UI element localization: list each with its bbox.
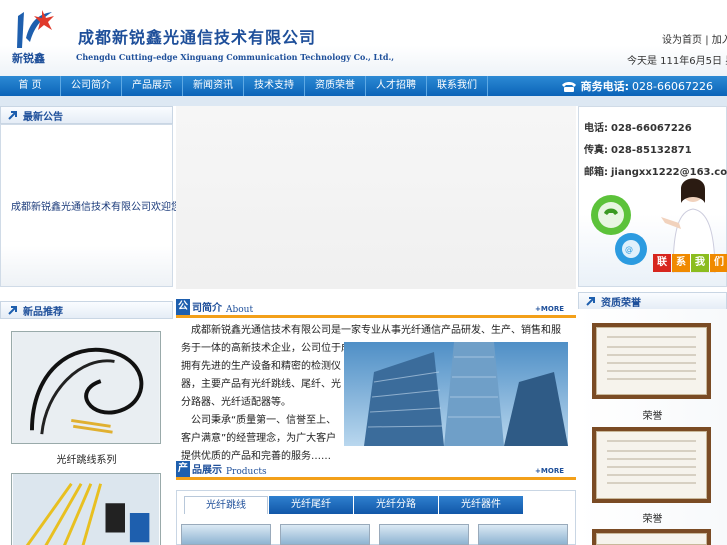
tab-pigtail[interactable]: 光纤尾纤	[269, 496, 353, 514]
products-badge: 产	[176, 461, 190, 477]
set-homepage-link[interactable]: 设为首页	[662, 35, 702, 46]
nav-products[interactable]: 产品展示	[122, 76, 183, 96]
tab-devices[interactable]: 光纤器件	[439, 496, 523, 514]
about-paragraph-3: 公司秉承“质量第一、信誉至上、客户满意”的经营理念，为广大客户提供优质的产品和完…	[181, 415, 337, 462]
contact-email-label: 邮箱:	[584, 167, 608, 178]
products-title: 品展示	[192, 465, 222, 476]
contact-phone-value: 028-66067226	[611, 123, 692, 134]
fiber-patchcord-product-image[interactable]	[11, 473, 161, 545]
phone-label: 商务电话:	[580, 80, 630, 93]
business-phone: 商务电话: 028-66067226	[561, 78, 727, 94]
contact-fax-label: 传真:	[584, 145, 608, 156]
nav-home[interactable]: 首 页	[0, 76, 61, 96]
contact-phone-label: 电话:	[584, 123, 608, 134]
fiber-cable-product-image[interactable]	[11, 331, 161, 444]
link-separator: |	[705, 35, 709, 46]
recommend-header: 新品推荐	[0, 301, 173, 319]
product-thumbnail[interactable]	[181, 524, 271, 545]
qualifications-title: 资质荣誉	[601, 297, 641, 309]
certificate-image[interactable]	[592, 529, 711, 545]
nav-about[interactable]: 公司简介	[61, 76, 122, 96]
phone-icon	[561, 81, 576, 92]
products-more-link[interactable]: +MORE	[535, 467, 564, 477]
certificate-name[interactable]: 荣誉	[578, 510, 727, 525]
nav-support[interactable]: 技术支持	[244, 76, 305, 96]
arrow-icon	[8, 111, 17, 120]
svg-text:@: @	[625, 245, 633, 254]
qualifications-header: 资质荣誉	[578, 292, 727, 310]
contact-fax-row: 传真: 028-85132871	[584, 141, 692, 156]
logo-text: 新锐鑫	[12, 52, 45, 65]
certificate-image[interactable]	[592, 427, 711, 503]
nav-honors[interactable]: 资质荣誉	[305, 76, 366, 96]
contact-btn-1[interactable]: 联	[653, 254, 671, 272]
certificate-name[interactable]: 荣誉	[578, 407, 727, 422]
recommend-title: 新品推荐	[23, 306, 63, 318]
contact-panel: 电话: 028-66067226 传真: 028-85132871 邮箱: jiang…	[578, 106, 727, 287]
nav-jobs[interactable]: 人才招聘	[366, 76, 427, 96]
current-date: 今天是 111年6月5日 星期日	[627, 56, 727, 67]
notice-title: 最新公告	[23, 111, 63, 123]
notice-panel: 成都新锐鑫光通信技术有限公司欢迎您的光临！	[0, 124, 221, 287]
recommend-panel: 光纤跳线系列	[0, 319, 173, 545]
about-paragraph-2: 拥有先进的生产设备和精密的检测仪器，主要产品有光纤跳线、尾纤、光分路器、光纤适配…	[181, 361, 341, 408]
phone-globe-icon: @	[591, 195, 647, 265]
products-title-en: Products	[226, 467, 267, 477]
company-name-cn: 成都新锐鑫光通信技术有限公司	[78, 28, 317, 47]
contact-phone-row: 电话: 028-66067226	[584, 119, 692, 134]
about-header: 公 司简介 About +MORE	[176, 298, 576, 318]
product-thumbnail[interactable]	[478, 524, 568, 545]
nav-contact[interactable]: 联系我们	[427, 76, 488, 96]
product-tabs: 光纤跳线 光纤尾纤 光纤分路 光纤器件	[184, 496, 524, 514]
site-header: 新锐鑫 成都新锐鑫光通信技术有限公司 Chengdu Cutting-edge …	[0, 0, 727, 76]
about-title: 司简介	[192, 303, 222, 314]
product-thumbnail[interactable]	[280, 524, 370, 545]
office-building-image	[344, 342, 568, 446]
nav-news[interactable]: 新闻资讯	[183, 76, 244, 96]
tab-patchcord[interactable]: 光纤跳线	[184, 496, 268, 514]
about-title-en: About	[226, 305, 254, 315]
product-thumbnail[interactable]	[379, 524, 469, 545]
contact-fax-value: 028-85132871	[611, 145, 692, 156]
contact-btn-2[interactable]: 系	[672, 254, 690, 272]
products-header: 产 品展示 Products +MORE	[176, 460, 576, 480]
certificate-image[interactable]	[592, 323, 711, 399]
contact-btn-4[interactable]: 们	[710, 254, 727, 272]
nav-shadow-band	[0, 96, 727, 106]
add-favorite-link[interactable]: 加入收藏	[712, 35, 727, 46]
about-more-link[interactable]: +MORE	[535, 305, 564, 315]
about-badge: 公	[176, 299, 190, 315]
tab-splitter[interactable]: 光纤分路	[354, 496, 438, 514]
main-nav: 首 页 公司简介 产品展示 新闻资讯 技术支持 资质荣誉 人才招聘 联系我们 商…	[0, 76, 727, 96]
top-links: 设为首页 | 加入收藏	[662, 31, 727, 46]
contact-us-buttons: 联 系 我 们	[653, 254, 727, 272]
product-name[interactable]: 光纤跳线系列	[0, 451, 173, 466]
arrow-icon	[586, 297, 595, 306]
company-name-en: Chengdu Cutting-edge Xinguang Communicat…	[76, 52, 395, 62]
notice-header: 最新公告	[0, 106, 173, 124]
qualifications-panel: 荣誉 荣誉	[578, 309, 727, 545]
arrow-icon	[8, 306, 17, 315]
contact-btn-3[interactable]: 我	[691, 254, 709, 272]
phone-number: 028-66067226	[632, 79, 713, 93]
banner-area	[176, 106, 576, 289]
product-thumbnails	[181, 524, 577, 545]
